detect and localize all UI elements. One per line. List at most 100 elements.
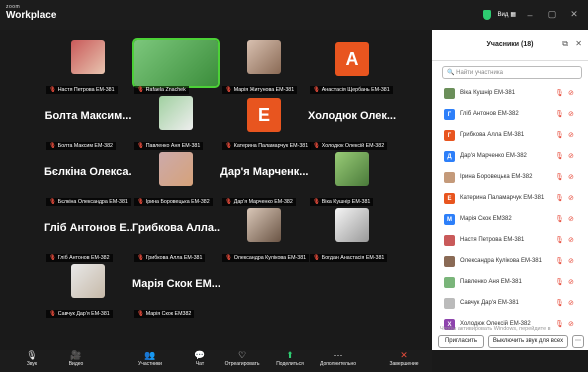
tile-name-label: 🎙 Болта Максим ЕМ-382 [46,142,116,150]
participant-row[interactable]: Савчук Дар'я ЕМ-381 🎙 ⊘ [432,294,588,315]
muted-mic-icon: 🎙 [137,87,144,93]
video-tile[interactable]: 🎙 Ірина Боровецька ЕМ-382 [132,150,220,206]
video-tile[interactable]: Болта Максим... 🎙 Болта Максим ЕМ-382 [44,94,132,150]
tile-name-text: Дар'я Марченко ЕМ-382 [233,199,293,205]
tile-name-text: Марія Житунова ЕМ-381 [233,87,295,93]
tile-name-label: 🎙 Савчук Дар'я ЕМ-381 [46,310,113,318]
participant-row[interactable]: E Катерина Паламарчук ЕМ-381 🎙 ⊘ [432,189,588,210]
tile-name-label: 🎙 Анастасія Щербань ЕМ-381 [310,86,393,94]
video-tile[interactable]: Холодюк Олек... 🎙 Холодюк Олексій ЕМ-382 [308,94,396,150]
close-panel-icon[interactable]: ✕ [575,39,582,48]
video-off-icon: ⊘ [568,153,574,160]
participant-row[interactable]: Г Грибкова Алла ЕМ-381 🎙 ⊘ [432,126,588,147]
toolbar-icon: ✕ [400,350,408,360]
tile-name-text: Бєлкіна Олександра ЕМ-381 [57,199,128,205]
participant-name-display: Марія Скок ЕМ... [132,278,220,290]
muted-mic-icon: 🎙 [555,111,564,118]
muted-mic-icon: 🎙 [555,300,564,307]
participant-row[interactable]: Віка Кушнір ЕМ-381 🎙 ⊘ [432,84,588,105]
participant-name-display: Бєлкіна Олекса... [44,166,132,178]
video-off-icon: ⊘ [568,300,574,307]
more-options-button[interactable]: ⋯ [572,335,584,348]
close-window-button[interactable]: ✕ [566,9,582,20]
windows-watermark: Чтобы активировать Windows, перейдите в [440,326,551,332]
video-tile[interactable]: 🎙 Настя Петрова ЕМ-381 [44,38,132,94]
toolbar-чат-button[interactable]: 💬 Чат [180,350,220,372]
video-tile[interactable]: Дар'я Марченк... 🎙 Дар'я Марченко ЕМ-382 [220,150,308,206]
muted-mic-icon: 🎙 [137,143,144,149]
video-tile[interactable]: 🎙 Павленко Аня ЕМ-381 [132,94,220,150]
muted-mic-icon: 🎙 [137,311,144,317]
tile-name-text: Rafaela Znachek [145,87,186,93]
participant-name-display: Дар'я Марченк... [220,166,308,178]
video-off-icon: ⊘ [568,237,574,244]
participant-name: Павленко Аня ЕМ-381 [460,279,522,285]
muted-mic-icon: 🎙 [49,87,56,93]
video-tile[interactable]: Марія Скок ЕМ... 🎙 Марія Скок ЕМ382 [132,262,220,318]
participant-name-display: Болта Максим... [44,110,132,122]
participant-name: Олександра Кулікова ЕМ-381 [460,258,542,264]
tile-name-text: Савчук Дар'я ЕМ-381 [57,311,110,317]
video-tile[interactable]: 🎙 Савчук Дар'я ЕМ-381 [44,262,132,318]
toolbar-участники-button[interactable]: 👥 Участники [130,350,170,372]
tile-name-label: 🎙 Богдан Анастасія ЕМ-381 [310,254,388,262]
toolbar-видео-button[interactable]: 🎥 Видео [56,350,96,372]
video-tile[interactable]: 🎙 Марія Житунова ЕМ-381 [220,38,308,94]
video-tile[interactable]: 🎙 Rafaela Znachek [132,38,220,94]
search-participants-input[interactable]: 🔍 Найти участника [442,66,582,79]
muted-mic-icon: 🎙 [49,143,56,149]
minimize-button[interactable]: – [522,10,538,20]
tile-name-text: Віка Кушнір ЕМ-381 [321,199,371,205]
participant-video [247,208,281,242]
popout-icon[interactable]: ⧉ [562,39,568,49]
participant-row[interactable]: Ірина Боровецька ЕМ-382 🎙 ⊘ [432,168,588,189]
toolbar-label: Видео [68,361,84,367]
video-tile[interactable]: 🎙 Богдан Анастасія ЕМ-381 [308,206,396,262]
tile-name-label: 🎙 Rafaela Znachek [134,86,189,94]
video-tile[interactable]: Бєлкіна Олекса... 🎙 Бєлкіна Олександра ЕМ-… [44,150,132,206]
toolbar-icon: ⋯ [333,350,343,360]
title-bar: zoom Workplace Вид ▦ – ▢ ✕ [0,0,588,30]
muted-mic-icon: 🎙 [225,199,232,205]
participant-row[interactable]: Олександра Кулікова ЕМ-381 🎙 ⊘ [432,252,588,273]
tile-name-text: Ірина Боровецька ЕМ-382 [145,199,210,205]
mute-all-button[interactable]: Выключить звук для всех [488,335,568,348]
participant-row[interactable]: M Марія Скок ЕМ382 🎙 ⊘ [432,210,588,231]
avatar: E [444,193,455,204]
video-tile[interactable]: 🎙 Віка Кушнір ЕМ-381 [308,150,396,206]
toolbar-icon: 👥 [144,350,156,360]
video-tile[interactable]: 🎙 Олександра Кулікова ЕМ-381 [220,206,310,262]
video-tile[interactable]: A 🎙 Анастасія Щербань ЕМ-381 [308,38,396,94]
muted-mic-icon: 🎙 [555,258,564,265]
participant-row[interactable]: Д Дар'я Марченко ЕМ-382 🎙 ⊘ [432,147,588,168]
invite-button[interactable]: Пригласить [438,335,484,348]
tile-name-label: 🎙 Настя Петрова ЕМ-381 [46,86,118,94]
toolbar-звук-button[interactable]: 🎙 Звук [12,350,52,372]
video-tile[interactable]: E 🎙 Катерина Паламарчук ЕМ-381 [220,94,312,150]
toolbar-icon: 🎙 [26,350,38,360]
participant-avatar: A [335,42,369,76]
toolbar-дополнительно-button[interactable]: ⋯ Дополнительно [318,350,358,372]
maximize-button[interactable]: ▢ [544,9,560,20]
participant-row[interactable]: Настя Петрова ЕМ-381 🎙 ⊘ [432,231,588,252]
view-button[interactable]: Вид ▦ [497,11,516,19]
toolbar-label: Дополнительно [320,361,356,367]
video-tile[interactable]: Грибкова Алла... 🎙 Грибкова Алла ЕМ-381 [132,206,220,262]
toolbar-поделиться-button[interactable]: ⬆ Поделиться [270,350,310,372]
toolbar-завершение-button[interactable]: ✕ Завершение [384,350,424,372]
toolbar-отреагировать-button[interactable]: ♡ Отреагировать [222,350,262,372]
toolbar-label: Отреагировать [224,361,260,367]
participant-video [132,38,220,88]
muted-mic-icon: 🎙 [555,279,564,286]
participant-row[interactable]: Павленко Аня ЕМ-381 🎙 ⊘ [432,273,588,294]
tile-name-label: 🎙 Ірина Боровецька ЕМ-382 [134,198,213,206]
tile-name-text: Богдан Анастасія ЕМ-381 [321,255,385,261]
participant-row[interactable]: Г Гліб Антонов ЕМ-382 🎙 ⊘ [432,105,588,126]
participant-video [335,208,369,242]
video-off-icon: ⊘ [568,111,574,118]
security-shield-icon[interactable] [483,9,492,20]
video-tile[interactable]: Гліб Антонов Е... 🎙 Гліб Антонов ЕМ-382 [44,206,132,262]
participant-name: Настя Петрова ЕМ-381 [460,237,525,243]
participant-name: Марія Скок ЕМ382 [460,216,512,222]
avatar: Г [444,109,455,120]
